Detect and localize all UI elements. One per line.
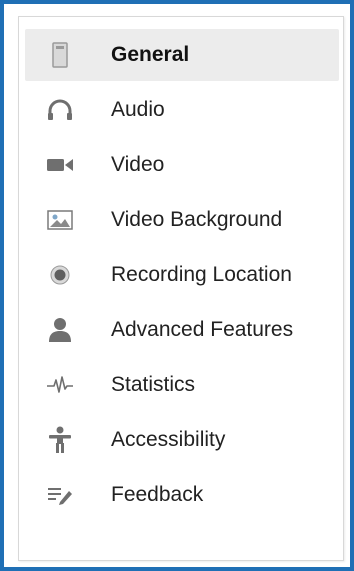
feedback-icon [45,480,75,510]
sidebar-item-advanced-features[interactable]: Advanced Features [25,304,339,356]
settings-sidebar: General Audio Video Video Background Rec… [18,16,344,561]
video-camera-icon [45,150,75,180]
general-icon [45,40,75,70]
sidebar-item-audio[interactable]: Audio [25,84,339,136]
sidebar-item-general[interactable]: General [25,29,339,81]
sidebar-item-label: Accessibility [111,428,226,451]
sidebar-item-accessibility[interactable]: Accessibility [25,414,339,466]
sidebar-item-label: Statistics [111,373,196,396]
sidebar-item-label: Video [111,153,165,176]
sidebar-item-label: Recording Location [111,263,292,286]
sidebar-item-label: Audio [111,98,165,121]
sidebar-item-label: Advanced Features [111,318,294,341]
sidebar-item-video[interactable]: Video [25,139,339,191]
sidebar-item-statistics[interactable]: Statistics [25,359,339,411]
pulse-icon [45,370,75,400]
sidebar-item-label: Video Background [111,208,283,231]
accessibility-icon [45,425,75,455]
highlight-frame: General Audio Video Video Background Rec… [0,0,354,571]
sidebar-item-label: General [111,43,190,66]
sidebar-item-label: Feedback [111,483,204,506]
sidebar-item-feedback[interactable]: Feedback [25,469,339,521]
sidebar-item-recording-location[interactable]: Recording Location [25,249,339,301]
image-icon [45,205,75,235]
record-icon [45,260,75,290]
headphones-icon [45,95,75,125]
sidebar-item-video-background[interactable]: Video Background [25,194,339,246]
person-icon [45,315,75,345]
